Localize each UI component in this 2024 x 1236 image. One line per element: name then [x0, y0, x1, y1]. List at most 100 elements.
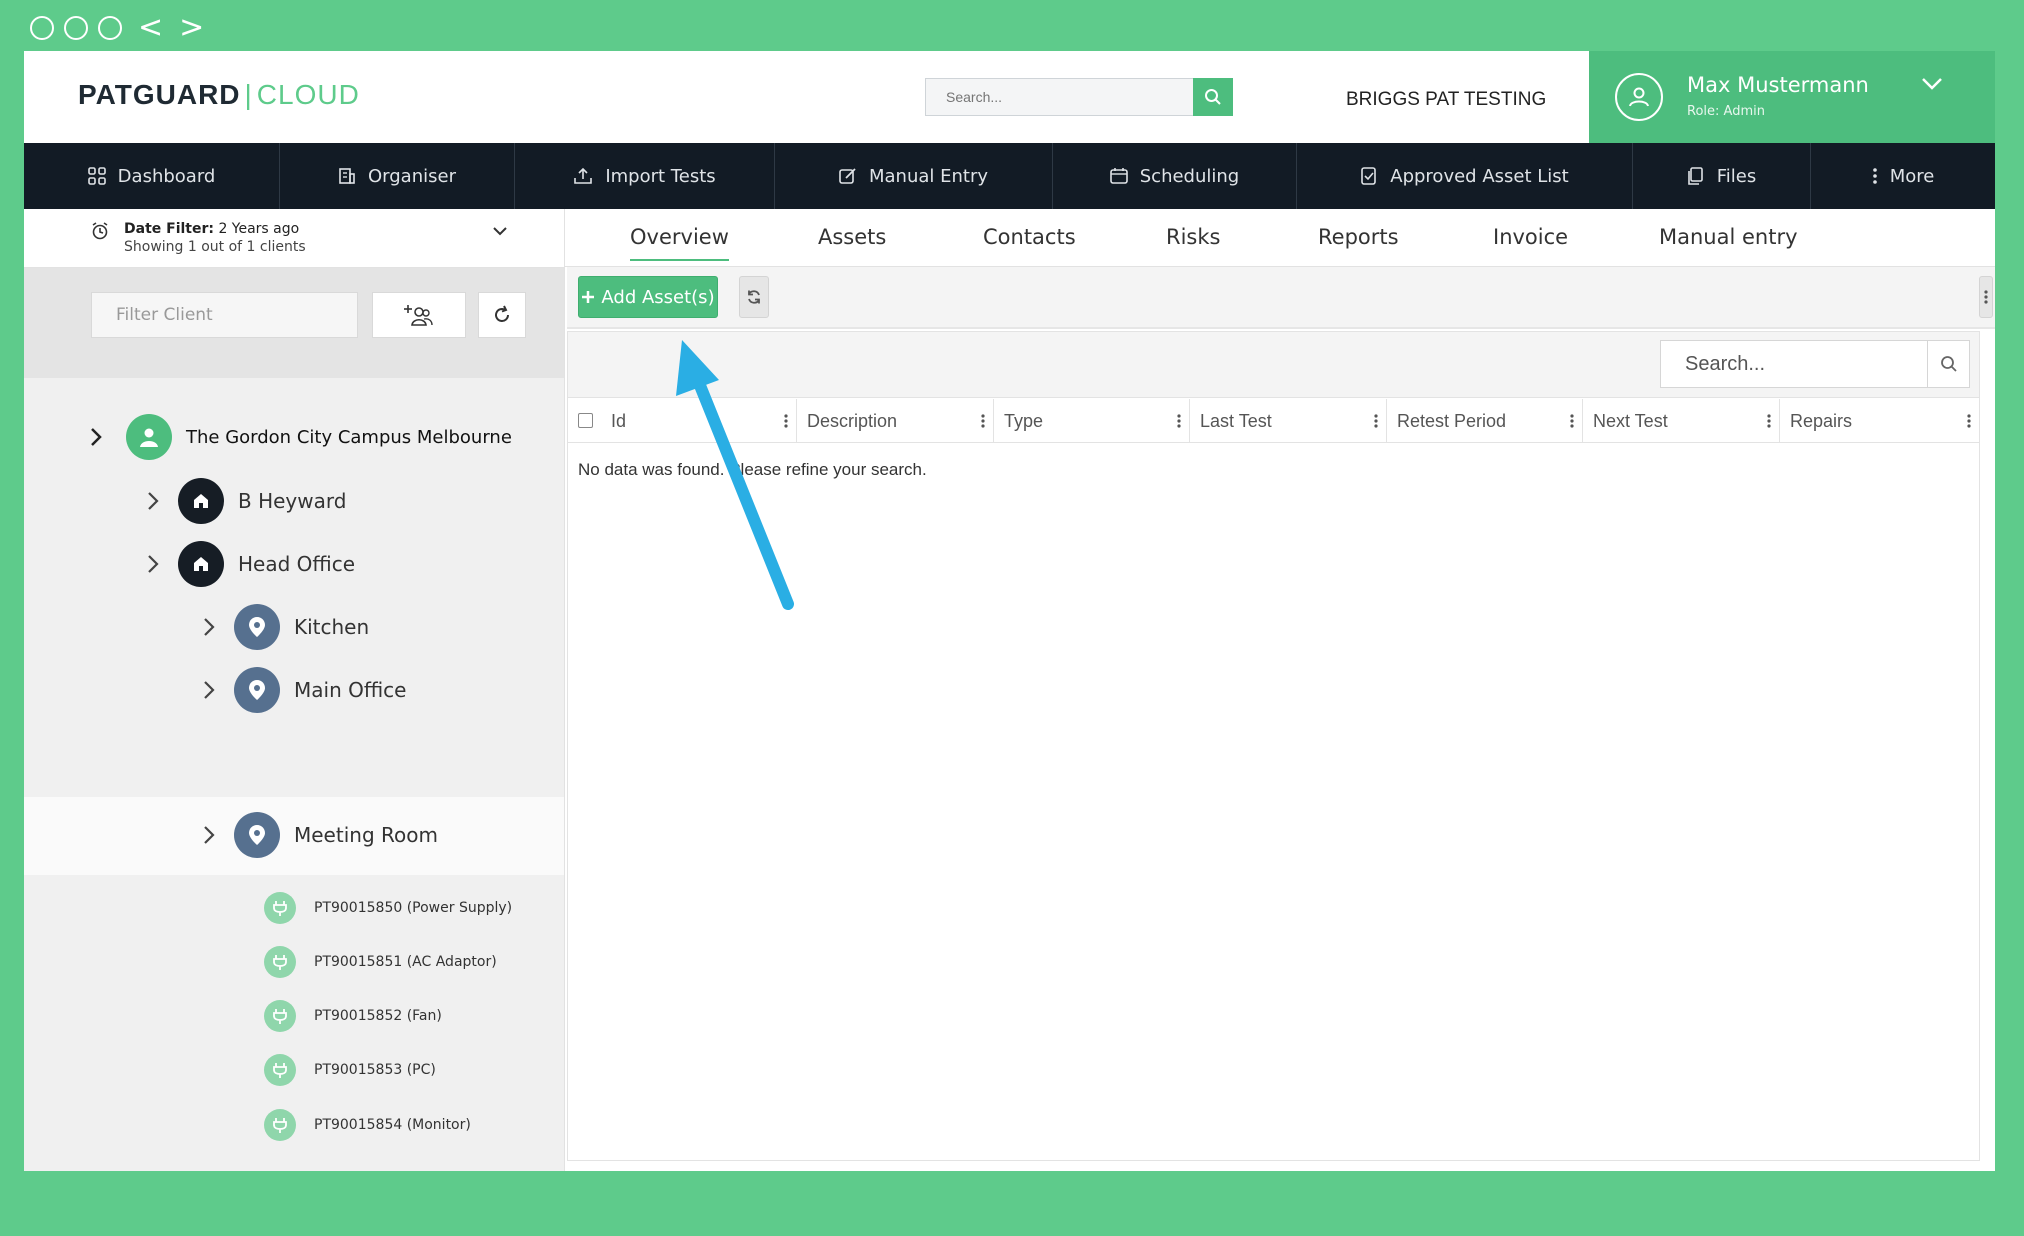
chevron-right-icon[interactable]	[203, 825, 215, 845]
column-header-retest-period[interactable]: Retest Period	[1387, 399, 1583, 443]
tree-site-label: Head Office	[238, 552, 356, 576]
refresh-icon	[495, 305, 509, 322]
column-menu-icon[interactable]	[1570, 413, 1574, 429]
tab-risks[interactable]: Risks	[1166, 225, 1220, 249]
search-icon	[1940, 356, 1957, 372]
nav-item-organiser[interactable]: Organiser	[280, 143, 515, 209]
tree-node-location[interactable]: Main Office	[199, 667, 406, 713]
grid-search-input[interactable]: Search...	[1661, 341, 1927, 387]
toolbar-more-button[interactable]	[1979, 276, 1993, 318]
column-menu-icon[interactable]	[1374, 413, 1378, 429]
column-menu-icon[interactable]	[1767, 413, 1771, 429]
app-logo[interactable]: PATGUARD | CLOUD	[78, 79, 360, 111]
client-tree: The Gordon City Campus Melbourne B Heywa…	[24, 378, 564, 1171]
window-minimize-button[interactable]	[64, 16, 88, 40]
refresh-icon	[748, 290, 760, 304]
tree-asset-label: PT90015850 (Power Supply)	[314, 900, 513, 916]
add-client-button[interactable]	[372, 292, 466, 338]
chevron-right-icon[interactable]	[90, 427, 102, 447]
tree-client-label: The Gordon City Campus Melbourne	[186, 426, 512, 448]
window-maximize-button[interactable]	[98, 16, 122, 40]
home-icon	[178, 541, 224, 587]
add-assets-button[interactable]: Add Asset(s)	[578, 276, 718, 318]
date-filter-value: 2 Years ago	[218, 221, 300, 237]
upload-icon	[574, 167, 593, 184]
forward-arrow-icon[interactable]: >	[179, 13, 204, 43]
tree-node-site[interactable]: Head Office	[143, 541, 355, 587]
nav-item-more[interactable]: More	[1811, 143, 1995, 209]
column-header-repairs[interactable]: Repairs	[1780, 399, 1979, 443]
tab-reports[interactable]: Reports	[1318, 225, 1399, 249]
assets-grid: Search... Id Description Type Last Test …	[567, 331, 1980, 1161]
client-filter-bar: Filter Client	[24, 268, 564, 378]
column-menu-icon[interactable]	[784, 413, 788, 429]
tab-assets[interactable]: Assets	[818, 225, 886, 249]
header-search-input[interactable]	[926, 79, 1193, 115]
tree-location-label: Kitchen	[294, 615, 370, 639]
plug-icon	[264, 892, 296, 924]
window-close-button[interactable]	[30, 16, 54, 40]
column-menu-icon[interactable]	[981, 413, 985, 429]
chevron-down-icon[interactable]	[1921, 77, 1943, 91]
plug-icon	[264, 946, 296, 978]
tree-asset-label: PT90015854 (Monitor)	[314, 1117, 471, 1133]
nav-item-manual-entry[interactable]: Manual Entry	[775, 143, 1053, 209]
tree-asset-label: PT90015851 (AC Adaptor)	[314, 954, 497, 970]
chevron-right-icon[interactable]	[203, 617, 215, 637]
date-filter[interactable]: Date Filter: 2 Years ago Showing 1 out o…	[24, 209, 564, 268]
chevron-right-icon[interactable]	[147, 491, 159, 511]
tab-contacts[interactable]: Contacts	[983, 225, 1076, 249]
tab-overview[interactable]: Overview	[630, 225, 729, 261]
column-menu-icon[interactable]	[1177, 413, 1181, 429]
tab-manual-entry[interactable]: Manual entry	[1659, 225, 1798, 249]
column-header-id[interactable]: Id	[601, 399, 797, 443]
refresh-clients-button[interactable]	[478, 292, 526, 338]
tree-node-site[interactable]: B Heyward	[143, 478, 346, 524]
select-all-checkbox[interactable]	[578, 413, 593, 428]
tree-asset-item[interactable]: PT90015850 (Power Supply)	[264, 892, 512, 924]
grid-search: Search...	[1660, 340, 1970, 388]
column-header-last-test[interactable]: Last Test	[1190, 399, 1387, 443]
nav-item-approved-asset-list[interactable]: Approved Asset List	[1297, 143, 1633, 209]
add-users-icon	[404, 305, 433, 326]
location-pin-icon	[234, 812, 280, 858]
header-search-button[interactable]	[1193, 78, 1233, 116]
user-menu[interactable]: Max Mustermann Role: Admin	[1589, 51, 1995, 143]
refresh-button[interactable]	[739, 276, 769, 318]
assets-toolbar: Add Asset(s)	[567, 267, 1995, 329]
chevron-down-icon[interactable]	[492, 225, 508, 237]
column-header-type[interactable]: Type	[994, 399, 1190, 443]
back-arrow-icon[interactable]: <	[138, 13, 163, 43]
alarm-clock-icon	[92, 222, 108, 240]
search-icon	[1205, 89, 1221, 105]
nav-item-scheduling[interactable]: Scheduling	[1053, 143, 1297, 209]
nav-item-files[interactable]: Files	[1633, 143, 1811, 209]
column-header-description[interactable]: Description	[797, 399, 994, 443]
nav-item-import-tests[interactable]: Import Tests	[515, 143, 775, 209]
tree-asset-label: PT90015853 (PC)	[314, 1062, 436, 1078]
left-sidebar: Date Filter: 2 Years ago Showing 1 out o…	[24, 209, 564, 1171]
tree-asset-item[interactable]: PT90015853 (PC)	[264, 1054, 436, 1086]
main-content: Overview Assets Contacts Risks Reports I…	[564, 209, 1995, 1171]
column-menu-icon[interactable]	[1967, 413, 1971, 429]
tree-node-location[interactable]: Kitchen	[199, 604, 369, 650]
chevron-right-icon[interactable]	[147, 554, 159, 574]
calendar-icon	[1109, 168, 1128, 184]
filter-client-input[interactable]: Filter Client	[91, 292, 358, 338]
tab-invoice[interactable]: Invoice	[1493, 225, 1568, 249]
kebab-icon	[1984, 290, 1988, 304]
tree-asset-item[interactable]: PT90015851 (AC Adaptor)	[264, 946, 497, 978]
grid-icon	[87, 167, 106, 185]
column-header-next-test[interactable]: Next Test	[1583, 399, 1780, 443]
person-icon	[126, 414, 172, 460]
kebab-icon	[1872, 168, 1877, 184]
empty-state-message: No data was found. Please refine your se…	[578, 460, 927, 479]
grid-search-button[interactable]	[1927, 341, 1969, 387]
tree-asset-item[interactable]: PT90015854 (Monitor)	[264, 1109, 471, 1141]
tree-asset-item[interactable]: PT90015852 (Fan)	[264, 1000, 442, 1032]
tree-node-location[interactable]: Meeting Room	[199, 812, 438, 858]
plug-icon	[264, 1109, 296, 1141]
nav-item-dashboard[interactable]: Dashboard	[24, 143, 280, 209]
tree-node-client[interactable]: The Gordon City Campus Melbourne	[86, 414, 512, 460]
chevron-right-icon[interactable]	[203, 680, 215, 700]
